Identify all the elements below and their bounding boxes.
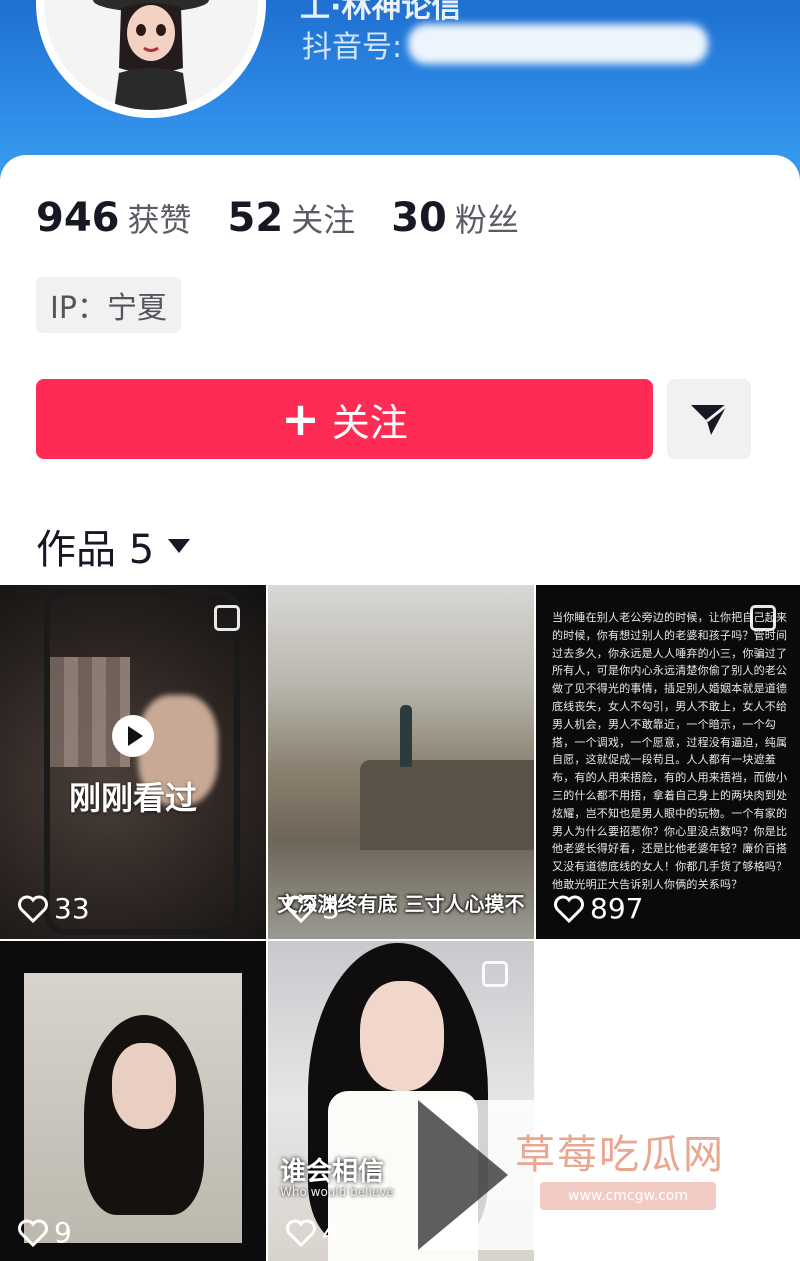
video-thumbnail[interactable]: 刚刚看过 33 — [0, 585, 266, 939]
video-thumbnail[interactable]: 当你睡在别人老公旁边的时候，让你把自己起来的时候，你有想过别人的老婆和孩子吗？管… — [536, 585, 800, 939]
heart-icon — [18, 1219, 48, 1247]
cartoon-avatar-icon — [93, 0, 209, 110]
heart-icon — [286, 1219, 316, 1247]
thumbnail-image — [24, 973, 242, 1243]
play-icon — [112, 715, 154, 757]
tab-works-label: 作品 5 — [36, 527, 155, 573]
play-arrow-icon — [418, 1100, 508, 1250]
portrait-face — [360, 981, 444, 1091]
recently-watched-label: 刚刚看过 — [68, 779, 197, 817]
watermark-title: 草莓吃瓜网 — [515, 1132, 725, 1178]
like-count: 3 — [286, 892, 340, 925]
select-checkbox[interactable] — [750, 605, 776, 631]
video-thumbnail[interactable]: 9 — [0, 941, 266, 1261]
share-button[interactable] — [667, 379, 751, 459]
heart-icon — [554, 895, 584, 923]
stat-value: 946 — [36, 195, 120, 241]
video-caption-en: Who would believe — [280, 1185, 394, 1199]
like-count-value: 9 — [54, 1216, 72, 1249]
portrait-face — [112, 1043, 176, 1129]
stat-value: 30 — [391, 195, 447, 241]
video-text: 当你睡在别人老公旁边的时候，让你把自己起来的时候，你有想过别人的老婆和孩子吗？管… — [552, 611, 788, 891]
stat-following[interactable]: 52 关注 — [228, 195, 356, 241]
stat-value: 52 — [227, 195, 284, 241]
video-caption: 谁会相信 — [280, 1157, 385, 1187]
stat-label: 关注 — [291, 201, 356, 239]
profile-name: 工·林神论信 — [300, 0, 462, 25]
heart-icon — [286, 895, 316, 923]
send-icon — [691, 403, 728, 435]
redacted-id — [408, 24, 709, 64]
like-count: 897 — [554, 892, 643, 925]
like-count: 4 — [286, 1216, 340, 1249]
ip-location-badge: IP：宁夏 — [36, 277, 181, 333]
like-count-value: 33 — [54, 892, 90, 925]
stat-likes[interactable]: 946 获赞 — [36, 195, 192, 241]
like-count-value: 3 — [322, 892, 340, 925]
profile-card: 946 获赞 52 关注 30 粉丝 IP：宁夏 + 关注 作品 5 — [0, 155, 800, 585]
profile-page: 工·林神论信 抖音号: 946 获赞 52 关注 30 粉丝 IP：宁夏 + 关… — [0, 0, 800, 1261]
douyin-id-label: 抖音号: — [302, 30, 403, 65]
watermark-url: www.cmcgw.com — [540, 1182, 716, 1210]
avatar[interactable] — [36, 0, 266, 118]
douyin-id: 抖音号: — [302, 22, 709, 66]
tab-works[interactable]: 作品 5 — [36, 517, 191, 575]
follow-button[interactable]: + 关注 — [36, 379, 653, 459]
stat-label: 获赞 — [127, 201, 192, 239]
stat-followers[interactable]: 30 粉丝 — [391, 195, 519, 241]
follow-button-label: 关注 — [331, 400, 408, 445]
select-checkbox[interactable] — [214, 605, 240, 631]
caret-down-icon — [168, 539, 191, 553]
like-count: 33 — [18, 892, 90, 925]
like-count-value: 897 — [590, 892, 644, 925]
select-checkbox[interactable] — [482, 961, 508, 987]
video-thumbnail[interactable]: 文深渊终有底 三寸人心摸不 3 — [268, 585, 534, 939]
plus-icon: + — [281, 392, 320, 446]
like-count-value: 4 — [322, 1216, 340, 1249]
thumbnail-image — [360, 760, 534, 850]
heart-icon — [18, 895, 48, 923]
stats-row: 946 获赞 52 关注 30 粉丝 — [36, 195, 519, 241]
person-figure — [400, 705, 412, 767]
stat-label: 粉丝 — [454, 201, 519, 239]
like-count: 9 — [18, 1216, 72, 1249]
